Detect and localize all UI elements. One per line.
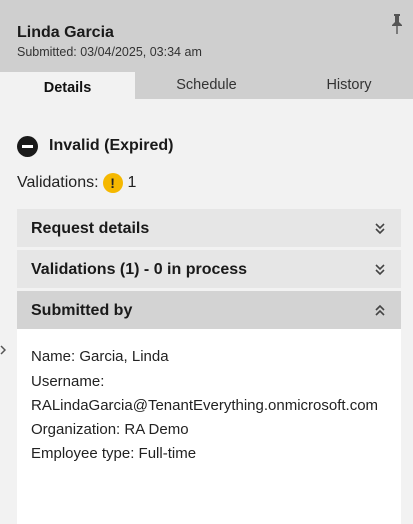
organization: Organization: RA Demo: [31, 421, 189, 438]
submitted-timestamp: Submitted: 03/04/2025, 03:34 am: [17, 45, 202, 59]
status-text: Invalid (Expired): [49, 137, 174, 154]
tab-bar: Details Schedule History: [0, 72, 413, 102]
employee-type: Employee type: Full-time: [31, 445, 197, 462]
submitted-by-panel: Name: Garcia, Linda Username: RALindaGar…: [17, 329, 401, 524]
panel-header: Linda Garcia Submitted: 03/04/2025, 03:3…: [0, 0, 413, 72]
warning-icon: !: [102, 173, 123, 193]
section-label: Submitted by: [31, 302, 133, 319]
blocked-icon: [17, 135, 38, 157]
section-validations[interactable]: Validations (1) - 0 in process: [17, 250, 401, 288]
chevron-double-down-icon: [375, 264, 385, 276]
section-label: Request details: [31, 220, 150, 237]
tab-schedule[interactable]: Schedule: [135, 72, 278, 99]
chevron-double-down-icon: [375, 223, 385, 235]
tab-history[interactable]: History: [285, 72, 413, 99]
section-label: Validations (1) - 0 in process: [31, 261, 248, 278]
validations-count: 1: [127, 174, 137, 191]
validations-label: Validations:: [17, 174, 99, 191]
username-value: RALindaGarcia@TenantEverything.onmicroso…: [31, 397, 379, 414]
section-request-details[interactable]: Request details: [17, 209, 401, 247]
tab-details[interactable]: Details: [0, 72, 135, 102]
validations-summary: Validations: ! 1: [17, 172, 136, 194]
requester-name: Linda Garcia: [17, 24, 114, 41]
section-submitted-by[interactable]: Submitted by: [17, 291, 401, 329]
chevron-right-icon[interactable]: [0, 345, 6, 355]
username-label: Username:: [31, 373, 105, 390]
chevron-double-up-icon: [375, 304, 385, 316]
request-status: Invalid (Expired): [17, 135, 173, 157]
pin-icon[interactable]: [389, 13, 405, 35]
submitter-name: Name: Garcia, Linda: [31, 348, 169, 365]
